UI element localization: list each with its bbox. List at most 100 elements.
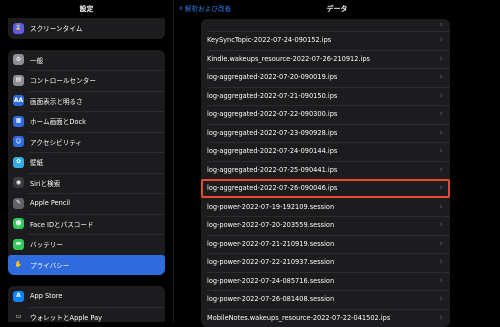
gear-icon: ⚙ xyxy=(13,54,24,65)
siri-icon: ◉ xyxy=(13,177,24,188)
file-row[interactable]: log-power-2022-07-21-210919.session › xyxy=(201,235,450,254)
battery-icon: ▬ xyxy=(13,239,24,250)
sidebar-item-label: 一般 xyxy=(30,55,43,65)
file-name: log-aggregated-2022-07-25-090441.ips xyxy=(207,166,337,174)
sidebar-item-control-center[interactable]: ▤ コントロールセンター xyxy=(8,70,165,91)
file-row[interactable]: › xyxy=(201,19,450,31)
sidebar-item-privacy-hand[interactable]: ✋ プライバシー xyxy=(8,255,165,276)
detail-pane: ‹ 解析および改善 データ ›KeySyncTopic-2022-07-24-0… xyxy=(173,0,500,322)
sidebar-group-store: A App Store ▭ ウォレットとApple Pay xyxy=(8,286,165,322)
sidebar-item-label: Siriと検索 xyxy=(30,178,60,188)
chevron-right-icon: › xyxy=(439,124,443,143)
sidebar-item-battery[interactable]: ▬ バッテリー xyxy=(8,234,165,255)
display-aa-icon: AA xyxy=(13,95,24,106)
sidebar-item-label: スクリーンタイム xyxy=(30,23,82,33)
file-row[interactable]: MobileNotes.wakeups_resource-2022-07-22-… xyxy=(201,309,450,327)
sidebar-item-label: コントロールセンター xyxy=(30,75,96,85)
chevron-right-icon: › xyxy=(439,198,443,217)
face-id-icon: ☻ xyxy=(13,218,24,229)
sidebar-group-general: ⚙ 一般 ▤ コントロールセンター AA 画面表示と明るさ ▦ ホーム画面とDock ☺ アクセシ… xyxy=(8,50,165,276)
chevron-right-icon: › xyxy=(439,272,443,291)
chevron-right-icon: › xyxy=(439,216,443,235)
sidebar-item-label: プライバシー xyxy=(30,260,69,270)
chevron-right-icon: › xyxy=(439,50,443,69)
control-center-icon: ▤ xyxy=(13,75,24,86)
sidebar-item-wallet[interactable]: ▭ ウォレットとApple Pay xyxy=(8,307,165,323)
navigation-bar: ‹ 解析および改善 データ xyxy=(174,0,500,18)
file-name: log-power-2022-07-21-210919.session xyxy=(207,240,334,248)
file-row-highlighted[interactable]: log-aggregated-2022-07-26-090046.ips › xyxy=(201,179,450,198)
file-row[interactable]: log-aggregated-2022-07-20-090019.ips › xyxy=(201,68,450,87)
file-name: log-aggregated-2022-07-24-090144.ips xyxy=(207,147,337,155)
home-screen-icon: ▦ xyxy=(13,116,24,127)
page-title: データ xyxy=(174,0,500,18)
accessibility-icon: ☺ xyxy=(13,136,24,147)
sidebar-item-home-screen[interactable]: ▦ ホーム画面とDock xyxy=(8,111,165,132)
sidebar-item-display-aa[interactable]: AA 画面表示と明るさ xyxy=(8,91,165,112)
file-name: MobileNotes.wakeups_resource-2022-07-22-… xyxy=(207,314,390,322)
file-name: log-power-2022-07-20-203559.session xyxy=(207,221,334,229)
chevron-right-icon: › xyxy=(439,87,443,106)
file-name: log-aggregated-2022-07-22-090300.ips xyxy=(207,110,337,118)
wallpaper-icon: ✿ xyxy=(13,157,24,168)
sidebar-item-pencil[interactable]: ✎ Apple Pencil xyxy=(8,193,165,214)
sidebar-item-label: 壁紙 xyxy=(30,157,43,167)
sidebar-item-gear[interactable]: ⚙ 一般 xyxy=(8,50,165,71)
chevron-right-icon: › xyxy=(439,309,443,327)
file-name: log-power-2022-07-19-192109.session xyxy=(207,203,334,211)
sidebar-item-label: 画面表示と明るさ xyxy=(30,96,83,106)
file-name: log-aggregated-2022-07-23-090928.ips xyxy=(207,129,337,137)
chevron-right-icon: › xyxy=(439,161,443,180)
wallet-icon: ▭ xyxy=(13,311,24,322)
file-row[interactable]: log-power-2022-07-22-210937.session › xyxy=(201,253,450,272)
file-name: log-power-2022-07-22-210937.session xyxy=(207,258,334,266)
chevron-right-icon: › xyxy=(439,31,443,50)
file-row[interactable]: Kindle.wakeups_resource-2022-07-26-21091… xyxy=(201,50,450,69)
file-row[interactable]: log-aggregated-2022-07-22-090300.ips › xyxy=(201,105,450,124)
sidebar-item-label: Apple Pencil xyxy=(30,199,70,207)
sidebar-item-face-id[interactable]: ☻ Face IDとパスコード xyxy=(8,214,165,235)
sidebar-item-label: バッテリー xyxy=(30,239,63,249)
file-name: KeySyncTopic-2022-07-24-090152.ips xyxy=(207,36,331,44)
chevron-right-icon: › xyxy=(439,290,443,309)
sidebar-item-label: アクセシビリティ xyxy=(30,137,82,147)
data-file-list: › KeySyncTopic-2022-07-24-090152.ips › Kind… xyxy=(201,19,450,327)
chevron-right-icon: › xyxy=(439,105,443,124)
pencil-icon: ✎ xyxy=(13,198,24,209)
file-row[interactable]: log-aggregated-2022-07-21-090150.ips › xyxy=(201,87,450,106)
sidebar-item-hourglass[interactable]: ⌛ スクリーンタイム xyxy=(8,18,165,39)
file-name: log-aggregated-2022-07-21-090150.ips xyxy=(207,92,337,100)
file-row[interactable]: KeySyncTopic-2022-07-24-090152.ips › xyxy=(201,31,450,50)
app-store-icon: A xyxy=(13,291,24,302)
file-row[interactable]: log-aggregated-2022-07-24-090144.ips › xyxy=(201,142,450,161)
chevron-right-icon: › xyxy=(439,235,443,254)
chevron-right-icon: › xyxy=(439,142,443,161)
sidebar-item-wallpaper[interactable]: ✿ 壁紙 xyxy=(8,152,165,173)
chevron-right-icon: › xyxy=(439,253,443,272)
file-row[interactable]: log-power-2022-07-26-081408.session › xyxy=(201,290,450,309)
sidebar-item-label: Face IDとパスコード xyxy=(30,219,94,229)
chevron-right-icon: › xyxy=(439,19,443,31)
privacy-hand-icon: ✋ xyxy=(13,259,24,270)
file-row[interactable]: log-power-2022-07-19-192109.session › xyxy=(201,198,450,217)
file-row[interactable]: log-aggregated-2022-07-23-090928.ips › xyxy=(201,124,450,143)
file-name: Kindle.wakeups_resource-2022-07-26-21091… xyxy=(207,55,370,63)
sidebar-item-siri[interactable]: ◉ Siriと検索 xyxy=(8,173,165,194)
sidebar-item-app-store[interactable]: A App Store xyxy=(8,286,165,307)
sidebar-item-label: ホーム画面とDock xyxy=(30,116,86,126)
hourglass-icon: ⌛ xyxy=(13,23,24,34)
sidebar-group-screen-time: ⌛ スクリーンタイム xyxy=(8,18,165,39)
file-row[interactable]: log-power-2022-07-24-085716.session › xyxy=(201,272,450,291)
file-name: log-aggregated-2022-07-26-090046.ips xyxy=(207,184,337,192)
file-row[interactable]: log-aggregated-2022-07-25-090441.ips › xyxy=(201,161,450,180)
settings-sidebar: 設定 ⌛スクリーンタイム ⚙一般▤コントロールセンターAA画面表示と明るさ▦ホー… xyxy=(0,0,173,322)
sidebar-item-label: App Store xyxy=(30,292,62,300)
sidebar-item-label: ウォレットとApple Pay xyxy=(30,312,102,322)
file-name: log-power-2022-07-26-081408.session xyxy=(207,295,334,303)
file-row[interactable]: log-power-2022-07-20-203559.session › xyxy=(201,216,450,235)
chevron-right-icon: › xyxy=(439,179,443,198)
file-name: log-power-2022-07-24-085716.session xyxy=(207,277,334,285)
file-name: log-aggregated-2022-07-20-090019.ips xyxy=(207,73,337,81)
chevron-right-icon: › xyxy=(439,68,443,87)
sidebar-item-accessibility[interactable]: ☺ アクセシビリティ xyxy=(8,132,165,153)
